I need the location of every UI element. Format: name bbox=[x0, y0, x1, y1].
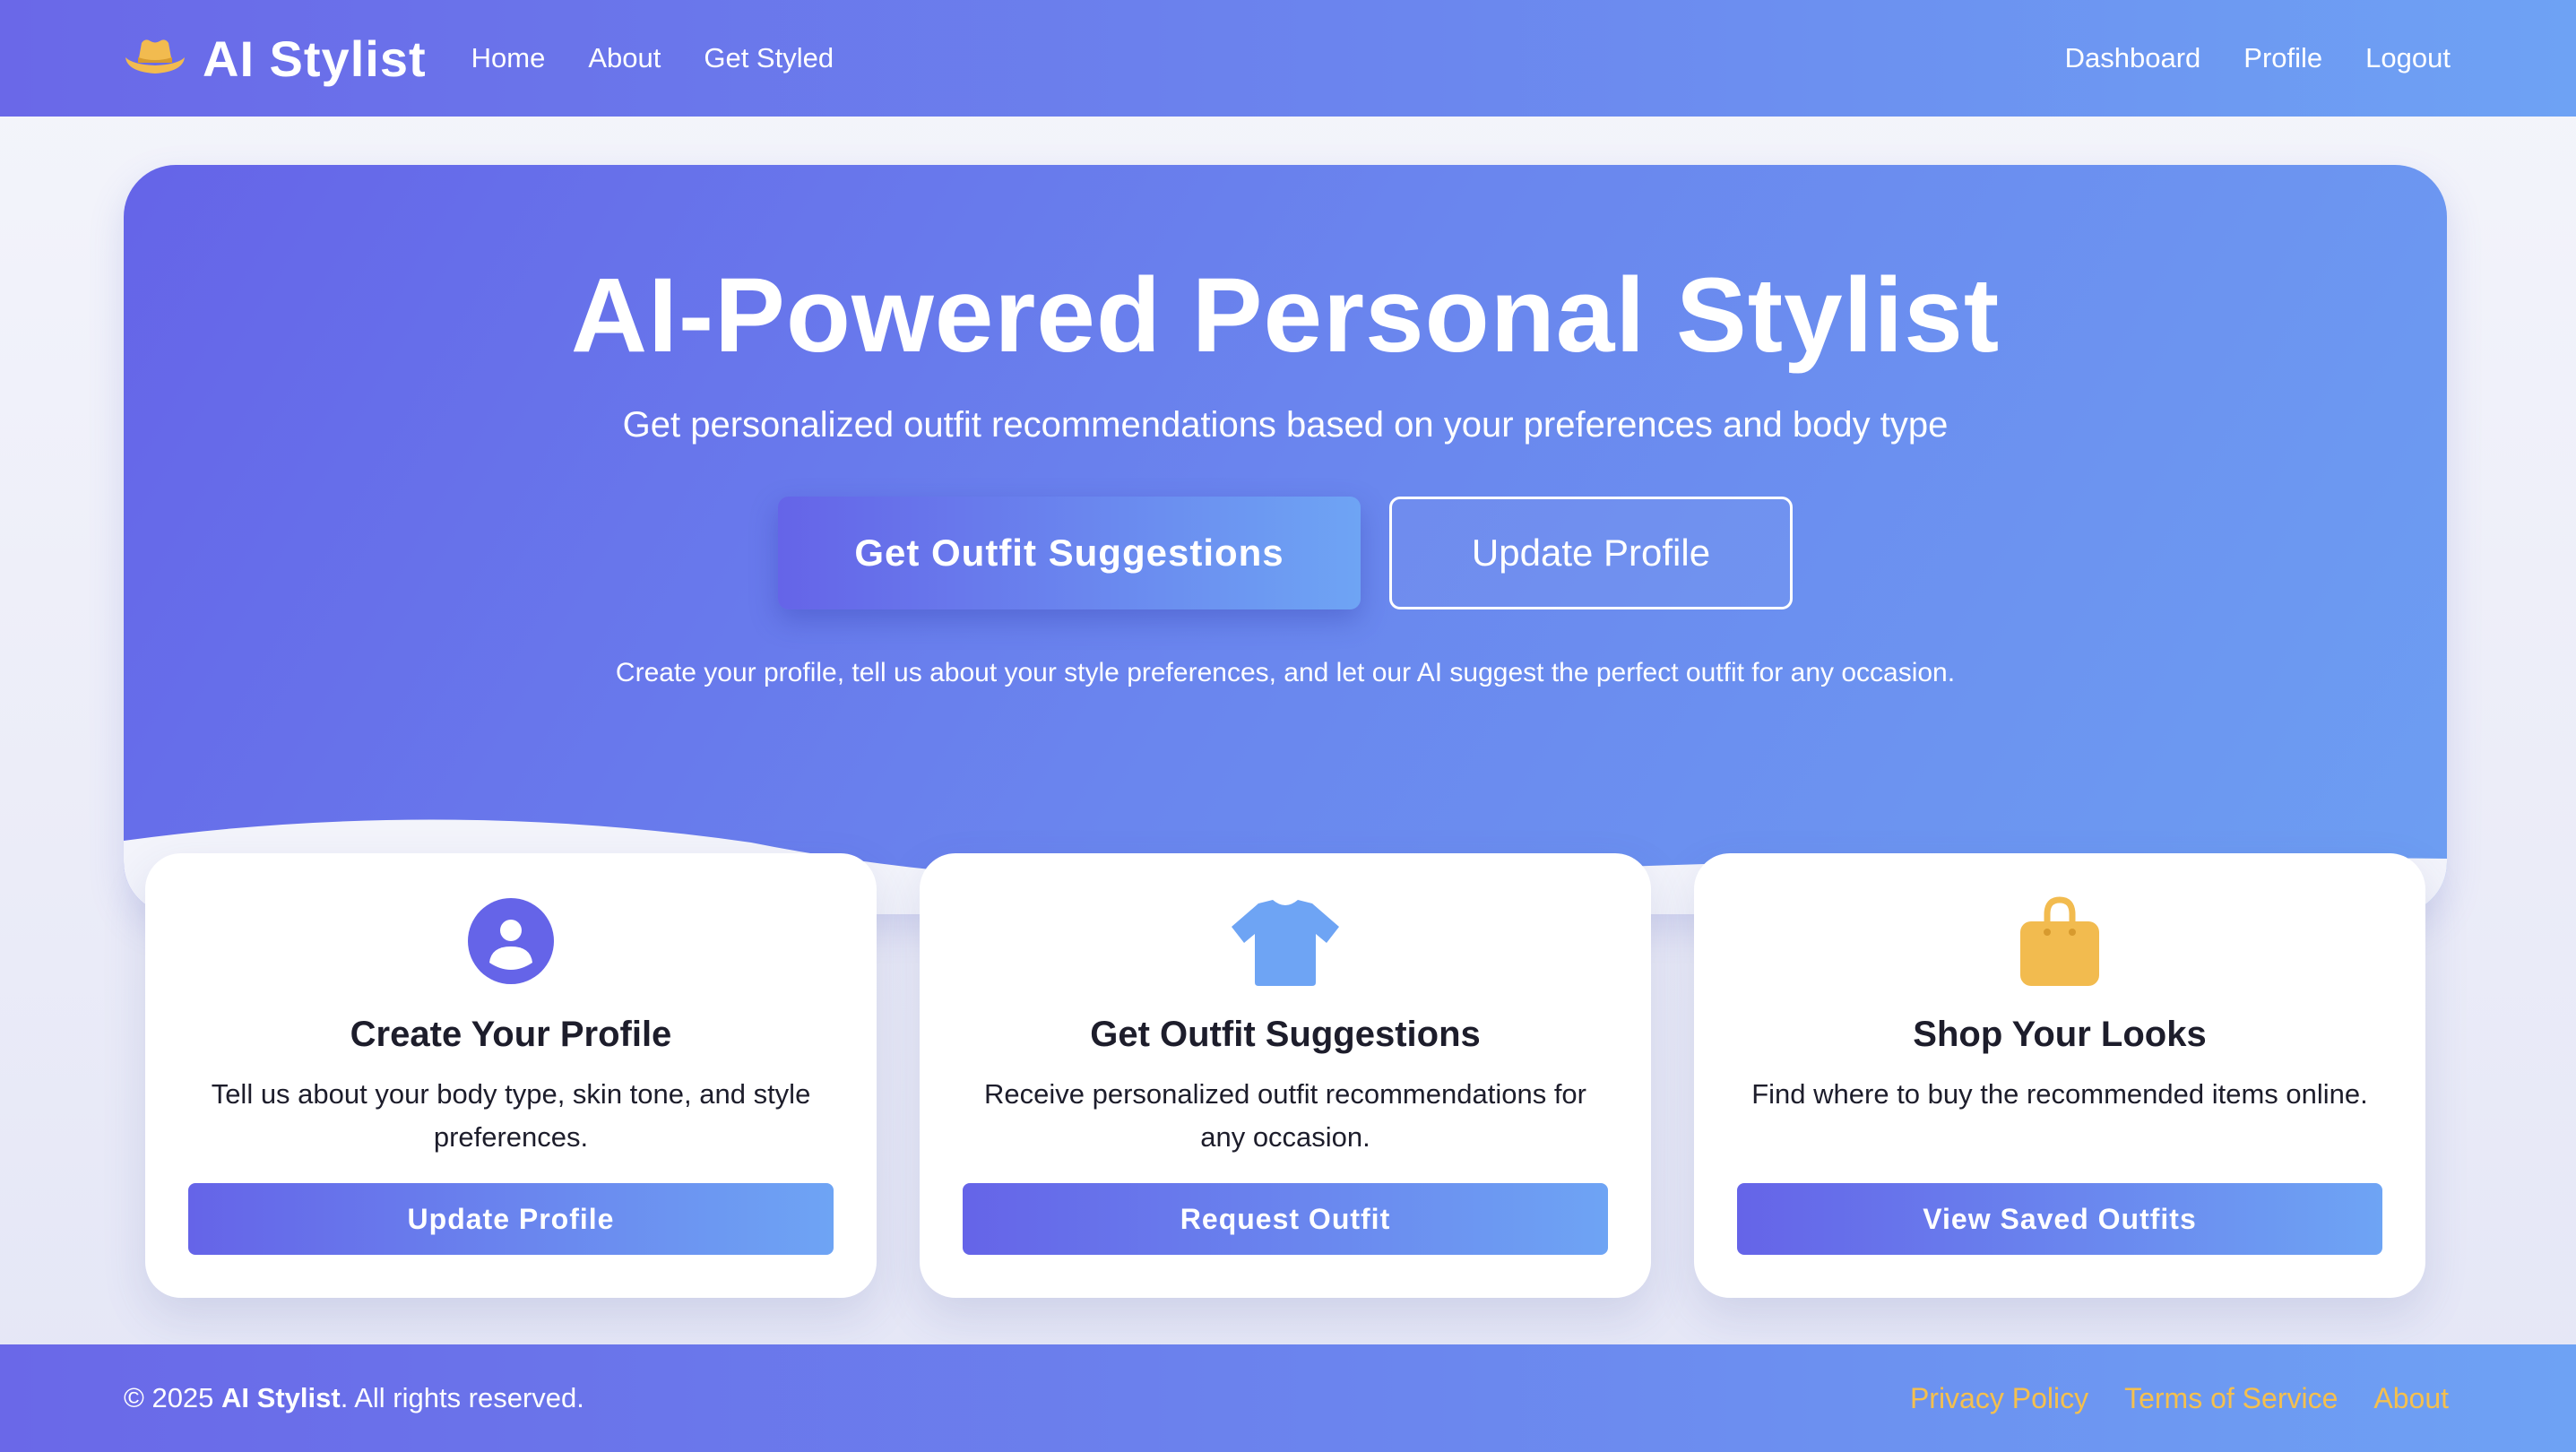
card-description: Find where to buy the recommended items … bbox=[1751, 1078, 2368, 1110]
footer: © 2025 AI Stylist. All rights reserved. … bbox=[0, 1344, 2576, 1452]
copyright-suffix: . All rights reserved. bbox=[340, 1382, 584, 1413]
nav-link-profile[interactable]: Profile bbox=[2243, 42, 2322, 74]
copyright-text: © 2025 AI Stylist. All rights reserved. bbox=[124, 1382, 584, 1414]
view-saved-outfits-button[interactable]: View Saved Outfits bbox=[1737, 1183, 2382, 1255]
copyright-brand: AI Stylist bbox=[221, 1382, 341, 1413]
nav-link-home[interactable]: Home bbox=[471, 42, 546, 74]
feature-card-shop: Shop Your Looks Find where to buy the re… bbox=[1694, 853, 2425, 1298]
footer-link-privacy-policy[interactable]: Privacy Policy bbox=[1910, 1382, 2088, 1415]
hero-button-group: Get Outfit Suggestions Update Profile bbox=[124, 497, 2447, 609]
account-nav: Dashboard Profile Logout bbox=[2065, 42, 2451, 74]
footer-links: Privacy Policy Terms of Service About bbox=[1910, 1382, 2449, 1415]
nav-link-logout[interactable]: Logout bbox=[2365, 42, 2451, 74]
brand-name: AI Stylist bbox=[203, 30, 427, 87]
cowboy-hat-icon bbox=[125, 39, 185, 73]
card-title: Create Your Profile bbox=[350, 1015, 672, 1054]
shopping-bag-icon bbox=[2020, 896, 2099, 986]
navbar: AI Stylist Home About Get Styled Dashboa… bbox=[0, 0, 2576, 117]
card-update-profile-button[interactable]: Update Profile bbox=[188, 1183, 834, 1255]
get-outfit-suggestions-button[interactable]: Get Outfit Suggestions bbox=[778, 497, 1361, 609]
nav-link-about[interactable]: About bbox=[588, 42, 661, 74]
footer-link-terms-of-service[interactable]: Terms of Service bbox=[2124, 1382, 2338, 1415]
feature-card-outfits: Get Outfit Suggestions Receive personali… bbox=[920, 853, 1651, 1298]
nav-left-group: AI Stylist Home About Get Styled bbox=[124, 30, 834, 88]
feature-cards: Create Your Profile Tell us about your b… bbox=[145, 853, 2425, 1298]
hero-section: AI-Powered Personal Stylist Get personal… bbox=[124, 165, 2447, 914]
nav-link-dashboard[interactable]: Dashboard bbox=[2065, 42, 2201, 74]
brand-logo[interactable]: AI Stylist bbox=[124, 30, 427, 88]
request-outfit-button[interactable]: Request Outfit bbox=[963, 1183, 1608, 1255]
feature-card-profile: Create Your Profile Tell us about your b… bbox=[145, 853, 877, 1298]
update-profile-button[interactable]: Update Profile bbox=[1389, 497, 1793, 609]
nav-link-get-styled[interactable]: Get Styled bbox=[704, 42, 834, 74]
copyright-prefix: © 2025 bbox=[124, 1382, 222, 1413]
tshirt-icon bbox=[1232, 900, 1339, 986]
hero-description: Create your profile, tell us about your … bbox=[615, 658, 1956, 687]
card-description: Receive personalized outfit recommendati… bbox=[983, 1078, 1586, 1153]
card-description: Tell us about your body type, skin tone,… bbox=[211, 1078, 811, 1153]
footer-link-about[interactable]: About bbox=[2373, 1382, 2449, 1415]
card-title: Get Outfit Suggestions bbox=[1090, 1015, 1481, 1054]
user-profile-icon bbox=[468, 898, 554, 984]
primary-nav: Home About Get Styled bbox=[471, 42, 834, 74]
hero-title: AI-Powered Personal Stylist bbox=[570, 256, 2001, 375]
card-title: Shop Your Looks bbox=[1913, 1015, 2207, 1054]
hero-subtitle: Get personalized outfit recommendations … bbox=[622, 405, 1949, 445]
